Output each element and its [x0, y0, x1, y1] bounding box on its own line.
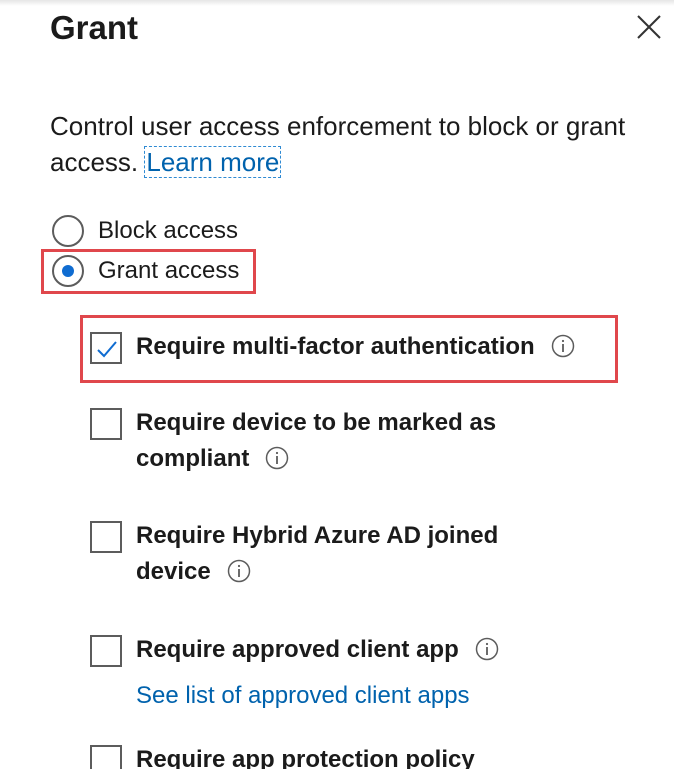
- app-protection-policy-label: Require app protection policy: [136, 742, 475, 769]
- hybrid-azure-ad-line2: device: [136, 558, 211, 585]
- grant-access-radio[interactable]: Grant access: [52, 255, 239, 287]
- close-button[interactable]: [632, 10, 666, 44]
- app-protection-policy-checkbox[interactable]: [90, 745, 122, 769]
- intro-description: Control user access enforcement to block…: [50, 111, 626, 177]
- grant-panel: Grant Control user access enforcement to…: [0, 0, 674, 769]
- intro-text: Control user access enforcement to block…: [50, 108, 640, 180]
- close-icon: [637, 15, 661, 39]
- radio-button-unselected[interactable]: [52, 215, 84, 247]
- info-icon[interactable]: [265, 446, 289, 470]
- mfa-label: Require multi-factor authentication: [136, 329, 575, 365]
- approved-client-apps-link[interactable]: See list of approved client apps: [136, 680, 470, 712]
- info-icon[interactable]: [227, 559, 251, 583]
- grant-access-label: Grant access: [98, 257, 240, 284]
- approved-client-app-checkbox[interactable]: [90, 635, 122, 667]
- control-app-protection-policy: Require app protection policy: [90, 745, 475, 769]
- mfa-checkbox[interactable]: [90, 332, 122, 364]
- control-compliant-device: Require device to be marked as compliant: [90, 408, 496, 477]
- block-access-radio[interactable]: Block access: [52, 215, 238, 247]
- control-mfa: Require multi-factor authentication: [90, 332, 575, 365]
- app-protection-policy-text: Require app protection policy: [136, 746, 475, 769]
- panel-title: Grant: [50, 9, 139, 46]
- compliant-device-line2: compliant: [136, 445, 250, 472]
- mfa-label-text: Require multi-factor authentication: [136, 333, 535, 360]
- control-hybrid-azure-ad: Require Hybrid Azure AD joined device: [90, 521, 498, 590]
- compliant-device-checkbox[interactable]: [90, 408, 122, 440]
- top-shadow: [0, 0, 674, 6]
- hybrid-azure-ad-line1: Require Hybrid Azure AD joined: [136, 522, 499, 549]
- learn-more-link[interactable]: Learn more: [144, 146, 282, 178]
- control-approved-client-app: Require approved client app: [90, 635, 499, 668]
- approved-client-app-label: Require approved client app: [136, 632, 499, 668]
- hybrid-azure-ad-label: Require Hybrid Azure AD joined device: [136, 518, 498, 590]
- block-access-label: Block access: [98, 217, 239, 244]
- approved-client-app-text: Require approved client app: [136, 636, 459, 663]
- info-icon[interactable]: [551, 334, 575, 358]
- info-icon[interactable]: [475, 637, 499, 661]
- hybrid-azure-ad-checkbox[interactable]: [90, 521, 122, 553]
- compliant-device-line1: Require device to be marked as: [136, 409, 497, 436]
- compliant-device-label: Require device to be marked as compliant: [136, 405, 496, 477]
- radio-button-selected[interactable]: [52, 255, 84, 287]
- checkmark-icon: [97, 341, 117, 358]
